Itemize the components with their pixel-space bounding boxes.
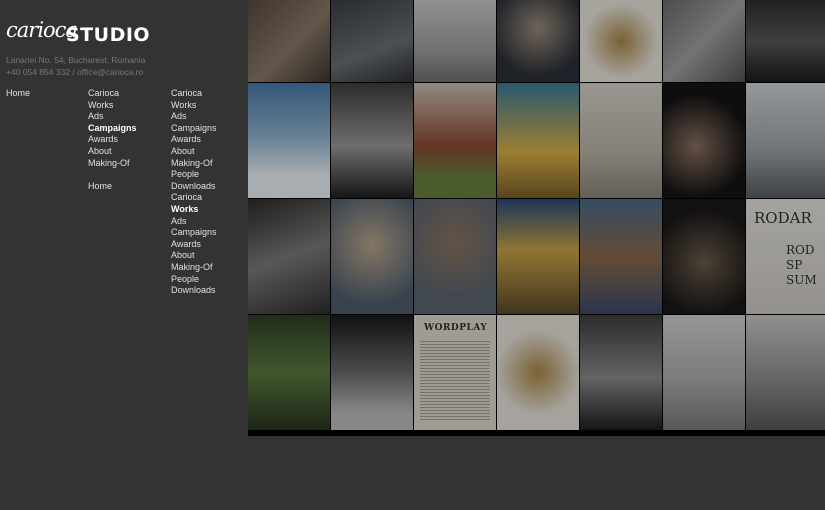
cats-tile[interactable] bbox=[580, 83, 662, 198]
grey-abstract-tile[interactable] bbox=[663, 0, 745, 82]
nav-link-making-of[interactable]: Making-Of bbox=[171, 158, 217, 170]
interior-shelves-tile[interactable] bbox=[746, 315, 825, 430]
cyclist-street-tile[interactable] bbox=[331, 0, 413, 82]
nav-link-about[interactable]: About bbox=[88, 146, 137, 158]
contact-line: +40 054 854 332 / office@carioca.ro bbox=[6, 67, 144, 77]
address-line: Lanariei No. 54, Bucharest, Romania bbox=[6, 55, 146, 65]
nav-link-carioca[interactable]: Carioca bbox=[171, 88, 217, 100]
nav-link-campaigns[interactable]: Campaigns bbox=[171, 123, 217, 135]
skyscraper-tile[interactable] bbox=[746, 0, 825, 82]
living-room-tile[interactable] bbox=[663, 315, 745, 430]
nav-link-home[interactable]: Home bbox=[88, 181, 137, 193]
nav-link-ads[interactable]: Ads bbox=[171, 111, 217, 123]
girl-portrait-tile[interactable] bbox=[331, 199, 413, 314]
magazine-spread-tile[interactable]: RODAR ROD SP SUM bbox=[746, 199, 825, 314]
polar-explorer-tile[interactable] bbox=[248, 83, 330, 198]
nav-link-carioca[interactable]: Carioca bbox=[88, 88, 137, 100]
round-barn-tile[interactable] bbox=[414, 83, 496, 198]
children-car-tile[interactable] bbox=[248, 199, 330, 314]
white-horses-tile[interactable] bbox=[746, 83, 825, 198]
nav-link-awards[interactable]: Awards bbox=[171, 134, 217, 146]
motorcycle-tile[interactable] bbox=[580, 315, 662, 430]
gold-mannequin-tile[interactable] bbox=[497, 315, 579, 430]
nav-link-making-of[interactable]: Making-Of bbox=[171, 262, 217, 274]
market-stalls-tile[interactable] bbox=[497, 199, 579, 314]
gold-ornament-tile[interactable] bbox=[580, 0, 662, 82]
logo-wordmark: STUDIO bbox=[66, 24, 151, 46]
nav-column-sub: Carioca Works Ads Campaigns Awards About Makin… bbox=[171, 88, 217, 297]
nav-link-carioca[interactable]: Carioca bbox=[171, 192, 217, 204]
nav-column-section: Carioca Works Ads Campaigns Awards About Makin… bbox=[88, 88, 137, 192]
nav-link-works[interactable]: Works bbox=[171, 100, 217, 112]
nav-link-people[interactable]: People bbox=[171, 169, 217, 181]
nav-link-ads[interactable]: Ads bbox=[88, 111, 137, 123]
white-car-tile[interactable] bbox=[414, 0, 496, 82]
nav-link-campaigns[interactable]: Campaigns bbox=[88, 123, 137, 135]
wordplay-tile[interactable]: WORDPLAY bbox=[414, 315, 496, 430]
nav-link-awards[interactable]: Awards bbox=[88, 134, 137, 146]
arch-gate-tile[interactable] bbox=[331, 83, 413, 198]
nav-link-ads[interactable]: Ads bbox=[171, 216, 217, 228]
nav-link-about[interactable]: About bbox=[171, 146, 217, 158]
nav-link-home[interactable]: Home bbox=[6, 88, 30, 100]
nav-link-downloads[interactable]: Downloads bbox=[171, 181, 217, 193]
wordplay-title: WORDPLAY bbox=[424, 323, 488, 333]
nav-link-making-of[interactable]: Making-Of bbox=[88, 158, 137, 170]
hands-dark-tile[interactable] bbox=[663, 83, 745, 198]
portfolio-grid: RODAR ROD SP SUM WORDPLAY bbox=[248, 0, 825, 436]
woman-portrait-tile[interactable] bbox=[248, 0, 330, 82]
man-seatbelt-tile[interactable] bbox=[414, 199, 496, 314]
boy-suit-tile[interactable] bbox=[497, 0, 579, 82]
magazine-headline: RODAR bbox=[754, 209, 812, 227]
dark-figure-tile[interactable] bbox=[663, 199, 745, 314]
magazine-subhead: ROD SP SUM bbox=[786, 243, 817, 287]
nav-column-main: Home bbox=[6, 88, 30, 100]
nav-link-awards[interactable]: Awards bbox=[171, 239, 217, 251]
shopping-aisles-tile[interactable] bbox=[580, 199, 662, 314]
forest-treehouse-tile[interactable] bbox=[248, 315, 330, 430]
jumping-man-tile[interactable] bbox=[497, 83, 579, 198]
nav-link-about[interactable]: About bbox=[171, 250, 217, 262]
nav-link-works[interactable]: Works bbox=[171, 204, 217, 216]
light-rays-tile[interactable] bbox=[331, 315, 413, 430]
nav-link-campaigns[interactable]: Campaigns bbox=[171, 227, 217, 239]
nav-link-works[interactable]: Works bbox=[88, 100, 137, 112]
nav-link-people[interactable]: People bbox=[171, 274, 217, 286]
carioca-studio-logo[interactable]: carioca STUDIO bbox=[6, 18, 150, 48]
nav-link-downloads[interactable]: Downloads bbox=[171, 285, 217, 297]
